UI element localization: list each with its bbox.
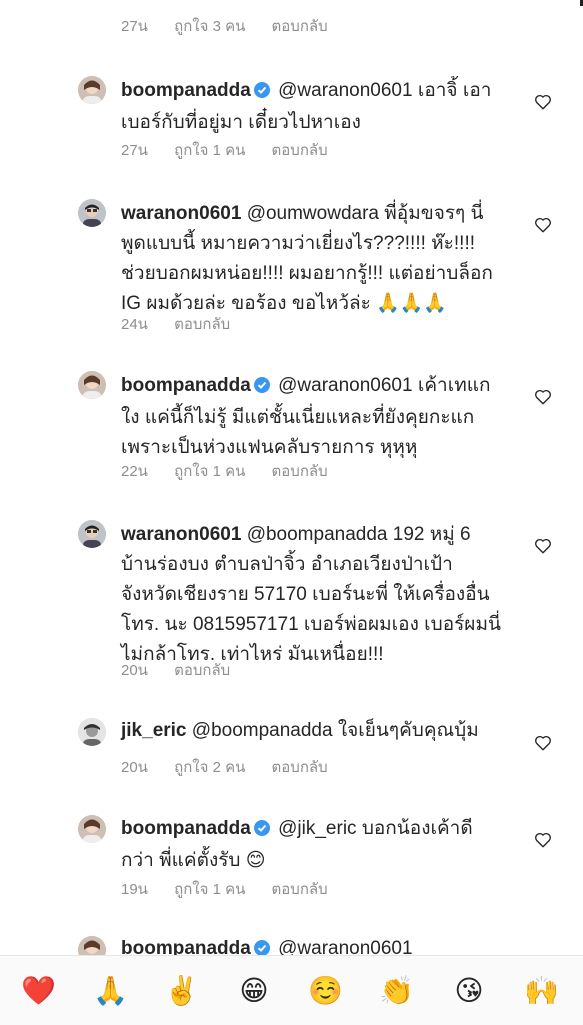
- avatar[interactable]: [78, 936, 106, 955]
- comment-text: waranon0601 @oumwowdara พี่อุ้มขจรๆ นี่ …: [121, 199, 521, 319]
- comment-time: 20น: [121, 759, 148, 776]
- username[interactable]: jik_eric: [121, 720, 187, 741]
- heart-outline-icon[interactable]: [534, 831, 552, 849]
- comment-line: @jik_eric บอกน้องเค้าดี: [278, 818, 473, 839]
- reply-button[interactable]: ตอบกลับ: [272, 759, 328, 776]
- emoji-heart-button[interactable]: ❤️: [21, 974, 56, 1008]
- avatar[interactable]: [78, 815, 106, 843]
- heart-outline-icon[interactable]: [534, 93, 552, 111]
- comment-meta: 27น ถูกใจ 1 คน ตอบกลับ: [121, 138, 350, 162]
- verified-badge-icon: [253, 78, 270, 108]
- like-count[interactable]: ถูกใจ 3 คน: [174, 18, 245, 35]
- comment-line: @boompanadda 192 หมู่ 6: [246, 524, 471, 545]
- heart-outline-icon[interactable]: [534, 734, 552, 752]
- quick-emoji-bar: ❤️ 🙏 ✌️ 😁 ☺️ 👏 😘 🙌: [0, 955, 583, 1025]
- comment-text: boompanadda @waranon0601 เอาจิ้ เอา เบอร…: [121, 76, 521, 138]
- heart-outline-icon[interactable]: [534, 216, 552, 234]
- like-count[interactable]: ถูกใจ 1 คน: [174, 463, 245, 480]
- emoji-kiss-button[interactable]: 😘: [452, 974, 486, 1008]
- avatar[interactable]: [78, 199, 106, 227]
- username[interactable]: waranon0601: [121, 203, 241, 224]
- verified-badge-icon: [253, 373, 270, 403]
- username[interactable]: boompanadda: [121, 80, 251, 101]
- like-count[interactable]: ถูกใจ 2 คน: [174, 759, 245, 776]
- username[interactable]: boompanadda: [121, 375, 251, 396]
- reply-button[interactable]: ตอบกลับ: [272, 881, 328, 898]
- emoji-raised-hands-button[interactable]: 🙌: [524, 974, 559, 1008]
- comment-line: @boompanadda ใจเย็นๆคับคุณบุ้ม: [191, 720, 479, 741]
- comment-text: waranon0601 @boompanadda 192 หมู่ 6 บ้าน…: [121, 520, 521, 670]
- verified-badge-icon: [253, 816, 270, 846]
- comment-line: จังหวัดเชียงราย 57170 เบอร์นะพี่ ให้เครื…: [121, 584, 490, 605]
- comment-meta: 24น ตอบกลับ: [121, 312, 252, 336]
- comment-text: jik_eric @boompanadda ใจเย็นๆคับคุณบุ้ม: [121, 716, 521, 746]
- comment-meta: 20น ถูกใจ 2 คน ตอบกลับ: [121, 755, 350, 779]
- comment-line: @oumwowdara พี่อุ้มขจรๆ นี่: [246, 203, 484, 224]
- reply-button[interactable]: ตอบกลับ: [174, 662, 230, 679]
- reply-button[interactable]: ตอบกลับ: [272, 18, 328, 35]
- comment-time: 27น: [121, 18, 148, 35]
- comment-time: 19น: [121, 881, 148, 898]
- comment-line: บ้านร่องบง ตำบลป่าจิ้ว อำเภอเวียงป่าเป้า: [121, 554, 453, 575]
- comment-line: IG ผมด้วยล่ะ ขอร้อง ขอไหว้ล่ะ 🙏🙏🙏: [121, 293, 448, 314]
- comment-text: boompanadda @jik_eric บอกน้องเค้าดี กว่า…: [121, 814, 521, 876]
- comment-time: 27น: [121, 142, 148, 159]
- verified-badge-icon: [253, 936, 270, 955]
- comment-line: @waranon0601: [278, 938, 413, 955]
- emoji-clap-button[interactable]: 👏: [379, 974, 414, 1008]
- like-count[interactable]: ถูกใจ 1 คน: [174, 142, 245, 159]
- comment-meta: 20น ตอบกลับ: [121, 658, 252, 682]
- reply-button[interactable]: ตอบกลับ: [272, 142, 328, 159]
- comment-feed: 27น ถูกใจ 3 คน ตอบกลับ boompanadda @wara…: [0, 0, 583, 955]
- username[interactable]: boompanadda: [121, 938, 251, 955]
- username[interactable]: waranon0601: [121, 524, 241, 545]
- emoji-grin-button[interactable]: 😁: [237, 974, 271, 1008]
- emoji-smile-button[interactable]: ☺️: [308, 974, 343, 1008]
- comment-line: กว่า พี่แค่ตั้งรับ 😊: [121, 850, 266, 871]
- avatar[interactable]: [78, 371, 106, 399]
- comment-time: 24น: [121, 316, 148, 333]
- heart-outline-icon[interactable]: [534, 388, 552, 406]
- avatar[interactable]: [78, 76, 106, 104]
- emoji-victory-button[interactable]: ✌️: [164, 974, 199, 1008]
- comment-line: @waranon0601 เอาจิ้ เอา: [278, 80, 492, 101]
- reply-button[interactable]: ตอบกลับ: [174, 316, 230, 333]
- avatar[interactable]: [78, 520, 106, 548]
- comment-line: โทร. นะ 0815957171 เบอร์พ่อผมเอง เบอร์ผม…: [121, 614, 501, 635]
- comment-line: ใง แค่นี้ก็ไม่รู้ มีแต่ชั้นเนี่ยแหละที่ย…: [121, 407, 475, 428]
- partial-comment-meta: 27น ถูกใจ 3 คน ตอบกลับ: [121, 14, 350, 38]
- reply-button[interactable]: ตอบกลับ: [272, 463, 328, 480]
- heart-outline-icon[interactable]: [534, 537, 552, 555]
- comment-line: พูดแบบนี้ หมายความว่าเยี่ยงไร???!!!! ห๊ะ…: [121, 233, 475, 254]
- comment-meta: 19น ถูกใจ 1 คน ตอบกลับ: [121, 877, 350, 901]
- comment-line: เบอร์กับที่อยู่มา เดี๋ยวไปหาเอง: [121, 112, 361, 133]
- comment-time: 22น: [121, 463, 148, 480]
- comment-text: boompanadda @waranon0601 เค้าเทแก ใง แค่…: [121, 371, 521, 463]
- emoji-pray-button[interactable]: 🙏: [93, 974, 128, 1008]
- like-count[interactable]: ถูกใจ 1 คน: [174, 881, 245, 898]
- comment-line: เพราะเป็นห่วงแฟนคลับรายการ หุหุหุ: [121, 437, 418, 458]
- comment-meta: 22น ถูกใจ 1 คน ตอบกลับ: [121, 459, 350, 483]
- username[interactable]: boompanadda: [121, 818, 251, 839]
- comment-time: 20น: [121, 662, 148, 679]
- comment-line: @waranon0601 เค้าเทแก: [278, 375, 491, 396]
- comment-line: ช่วยบอกผมหน่อย!!!! ผมอยากรู้!!! แต่อย่าบ…: [121, 263, 493, 284]
- avatar[interactable]: [78, 718, 106, 746]
- comment-text: boompanadda @waranon0601: [121, 934, 521, 955]
